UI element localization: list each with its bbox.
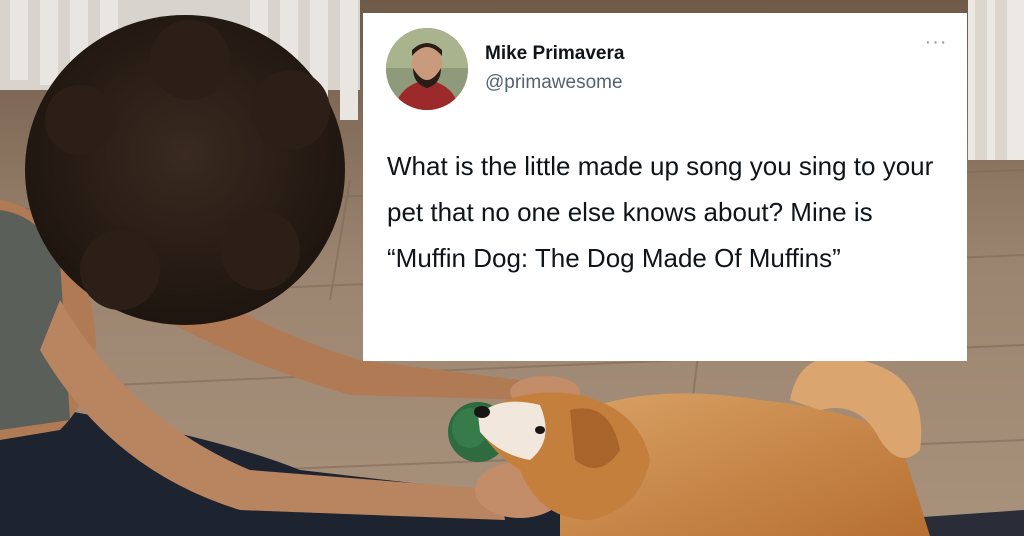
- dog-eye: [535, 426, 545, 434]
- tweet-card: Mike Primavera @primawesome ··· What is …: [363, 13, 967, 361]
- avatar[interactable]: [386, 28, 468, 110]
- tweet-text: What is the little made up song you sing…: [387, 151, 934, 273]
- more-dots-icon[interactable]: ···: [921, 32, 951, 55]
- dog-nose: [474, 406, 490, 418]
- avatar-image: [386, 28, 468, 110]
- author-handle[interactable]: @primawesome: [485, 72, 623, 94]
- author-name[interactable]: Mike Primavera: [485, 43, 624, 65]
